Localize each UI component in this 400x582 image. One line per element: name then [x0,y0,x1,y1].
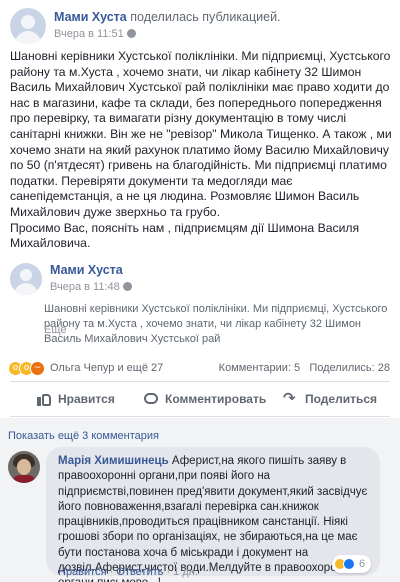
like-reaction-icon [343,558,355,570]
comment-reply-link[interactable]: Ответить [116,566,163,578]
comment-reactions[interactable]: 6 [332,555,372,573]
post-action: поделилась публикацией. [130,10,281,24]
post-text: Шановні керівники Хустської поліклініки.… [10,49,392,251]
author-name[interactable]: Мами Хуста [54,10,127,24]
shared-post[interactable]: Мами Хуста Вчера в 11:48 Шановні керівни… [10,263,390,353]
like-button[interactable]: Нравится [36,384,115,414]
commenter-avatar[interactable] [8,451,40,483]
post-actions: Нравится Комментировать Поделиться [0,384,400,414]
thumbs-up-icon [36,391,52,407]
comments-shares-count[interactable]: Комментарии: 5 Поделились: 28 [219,362,390,374]
commenter-name[interactable]: Марія Химишинець [58,455,169,467]
divider [10,416,390,417]
post-card: Мами Хуста поделилась публикацией. Вчера… [0,0,400,582]
globe-icon [122,282,132,291]
share-icon [283,389,299,407]
comment-timestamp[interactable]: 1 дн. [173,566,198,578]
shared-timestamp[interactable]: Вчера в 11:48 [50,281,120,293]
post-body: Шановні керівники Хустської поліклініки.… [10,49,392,252]
angry-reaction-icon[interactable]: ~ [30,361,45,376]
post-header: Мами Хуста поделилась публикацией. Вчера… [10,8,390,44]
avatar[interactable] [10,263,42,295]
shared-author-name[interactable]: Мами Хуста [50,263,123,277]
comment-icon [143,391,159,407]
comment-bubble: Марія Химишинець Аферист,на якого пишіть… [46,447,380,582]
shared-text: Шановні керівники Хустської поліклініки.… [44,303,388,345]
show-more-comments-link[interactable]: Показать ещё 3 комментария [8,430,159,442]
divider [10,381,390,382]
comment-meta: Нравится · Ответить · 1 дн. [58,566,198,578]
comment-text: Аферист,на якого пишіть заяву в правоохо… [58,455,368,582]
comment-reaction-count: 6 [359,558,366,570]
share-button[interactable]: Поделиться [283,384,377,414]
avatar[interactable] [10,8,46,44]
globe-icon [126,29,136,38]
post-timestamp[interactable]: Вчера в 11:51 [54,28,124,40]
comment-like-link[interactable]: Нравится [58,566,107,578]
comment-button[interactable]: Комментировать [143,384,266,414]
see-more-link[interactable]: Ещё [44,324,67,336]
reactions-bar: o o ~ Ольга Чепур и ещё 27 Комментарии: … [8,360,392,378]
reaction-names[interactable]: Ольга Чепур и ещё 27 [50,362,163,374]
